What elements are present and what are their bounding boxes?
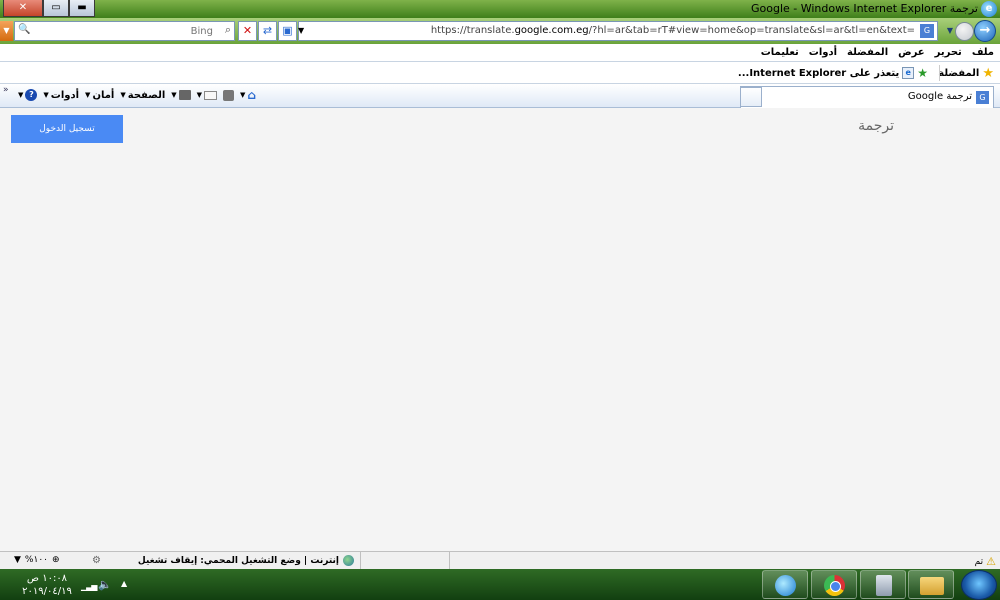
taskbar-explorer[interactable] <box>908 570 954 599</box>
status-done: ⚠ تم <box>974 555 996 568</box>
site-favicon-icon: G <box>920 24 934 38</box>
ie-logo-icon: e <box>981 1 997 17</box>
tools-menu[interactable]: ▼ أدوات <box>43 90 79 101</box>
address-buttons: ✕ ⇄ ▣ <box>238 21 298 41</box>
security-zone[interactable]: إنترنت | وضع التشغيل المحمي: إيقاف تشغيل <box>138 555 354 566</box>
url-text[interactable]: https://translate.google.com.eg/?hl=ar&t… <box>431 25 915 36</box>
title-bar: e ترجمة Google - Windows Internet Explor… <box>0 0 1000 18</box>
tab-google-translate[interactable]: G ترجمة Google <box>740 86 994 108</box>
page-content: تسجيل الدخول ترجمة <box>0 108 1000 551</box>
tab-title: ترجمة Google <box>907 91 972 102</box>
stop-icon[interactable]: ✕ <box>238 21 257 41</box>
menu-bar: ملف تحرير عرض المفضلة أدوات تعليمات <box>0 44 1000 62</box>
zoom-level: %١٠٠ <box>24 555 48 565</box>
menu-view[interactable]: عرض <box>898 47 925 58</box>
suggested-site-label: يتعذر على Internet Explorer... <box>737 67 900 79</box>
menu-favorites[interactable]: المفضلة <box>847 47 888 58</box>
status-bar: ⚠ تم إنترنت | وضع التشغيل المحمي: إيقاف … <box>0 551 1000 570</box>
more-commands-chevron[interactable]: » <box>3 85 9 95</box>
window-controls: ✕ ▭ ▬ <box>3 0 95 17</box>
tab-favicon-icon: G <box>976 91 989 104</box>
suggested-site-link[interactable]: ★ e يتعذر على Internet Explorer... <box>738 66 928 80</box>
close-button[interactable]: ✕ <box>3 0 43 17</box>
help-icon: ? <box>25 89 38 101</box>
window-title: ترجمة Google - Windows Internet Explorer <box>750 2 978 15</box>
sign-in-button[interactable]: تسجيل الدخول <box>11 115 123 143</box>
address-dropdown[interactable]: ▼ <box>298 26 304 35</box>
status-divider <box>360 552 450 570</box>
zoom-dropdown[interactable]: ▼ <box>14 555 21 565</box>
start-orb-icon[interactable] <box>961 570 997 600</box>
calculator-icon <box>876 575 892 596</box>
protected-mode-icon[interactable]: ⚙ <box>92 555 101 566</box>
feeds-button[interactable] <box>223 89 235 101</box>
favorites-label: المفضلة <box>938 68 980 79</box>
minimize-button[interactable]: ▬ <box>69 0 95 17</box>
page-title: ترجمة <box>858 118 894 134</box>
zoom-icon: ⊕ <box>52 555 60 565</box>
taskbar-internet-explorer[interactable] <box>762 570 808 599</box>
volume-icon[interactable]: 🔈 <box>98 578 112 591</box>
warning-icon[interactable]: ⚠ <box>986 555 996 568</box>
home-button[interactable]: ▼ ⌂ <box>240 88 256 102</box>
maximize-button[interactable]: ▭ <box>43 0 69 17</box>
add-favorite-icon[interactable]: ★ <box>917 66 928 80</box>
new-tab-button[interactable] <box>740 87 762 107</box>
divider <box>939 65 940 81</box>
zoom-control[interactable]: ▼ %١٠٠ ⊕ <box>14 555 60 565</box>
address-bar[interactable]: G https://translate.google.com.eg/?hl=ar… <box>298 21 938 41</box>
command-bar: ▼? ▼ أدوات ▼ أمان ▼ الصفحة ▼ ▼ ▼ ⌂ <box>18 88 256 102</box>
menu-edit[interactable]: تحرير <box>935 47 962 58</box>
print-icon <box>178 90 191 100</box>
clock[interactable]: ١٠:٠٨ ص ٢٠١٩/٠٤/١٩ <box>21 572 73 598</box>
tab-row: G ترجمة Google » ▼? ▼ أدوات ▼ أمان ▼ الصفحة… <box>0 84 1000 108</box>
menu-file[interactable]: ملف <box>972 47 994 58</box>
taskbar: ١٠:٠٨ ص ٢٠١٩/٠٤/١٩ ▁▃▅ 🔈 ▲ <box>0 569 1000 600</box>
taskbar-chrome[interactable] <box>811 570 857 599</box>
mail-icon <box>204 90 218 100</box>
address-row: → ▼ G https://translate.google.com.eg/?h… <box>0 18 1000 44</box>
mail-button[interactable]: ▼ <box>197 90 218 100</box>
star-icon: ★ <box>982 66 994 81</box>
chrome-icon <box>824 575 845 596</box>
show-hidden-icons-icon[interactable]: ▲ <box>121 579 127 588</box>
menu-tools[interactable]: أدوات <box>809 47 837 58</box>
search-engine-icon: ⌕ <box>224 23 231 36</box>
globe-icon <box>343 555 354 566</box>
page-menu[interactable]: ▼ الصفحة <box>120 90 165 101</box>
search-input[interactable] <box>33 23 213 39</box>
clock-date: ٢٠١٩/٠٤/١٩ <box>22 586 72 597</box>
compat-view-icon[interactable]: ▣ <box>278 21 297 41</box>
favorites-bar: ★ المفضلة ★ e يتعذر على Internet Explore… <box>0 62 1000 84</box>
feeds-icon <box>223 89 235 101</box>
safety-menu[interactable]: ▼ أمان <box>85 90 114 101</box>
favorites-button[interactable]: ★ المفضلة <box>938 66 994 81</box>
network-icon[interactable]: ▁▃▅ <box>81 582 98 591</box>
taskbar-calculator[interactable] <box>860 570 906 599</box>
refresh-icon[interactable]: ⇄ <box>258 21 277 41</box>
clock-time: ١٠:٠٨ ص <box>26 573 68 584</box>
search-box[interactable]: ⌕ 🔍 <box>14 21 235 41</box>
print-button[interactable]: ▼ <box>171 90 191 100</box>
back-button[interactable]: → <box>974 20 996 42</box>
search-icon[interactable]: 🔍 <box>18 24 30 35</box>
help-button[interactable]: ▼? <box>18 89 38 101</box>
history-dropdown[interactable]: ▼ <box>947 26 953 35</box>
ie-page-icon: e <box>902 67 915 79</box>
ie-icon <box>775 575 796 596</box>
search-options-dropdown[interactable]: ▼ <box>0 21 13 41</box>
back-arrow-icon: → <box>979 23 991 38</box>
folder-icon <box>920 577 944 595</box>
menu-help[interactable]: تعليمات <box>761 47 799 58</box>
home-icon: ⌂ <box>247 88 257 102</box>
forward-button[interactable] <box>955 22 974 41</box>
